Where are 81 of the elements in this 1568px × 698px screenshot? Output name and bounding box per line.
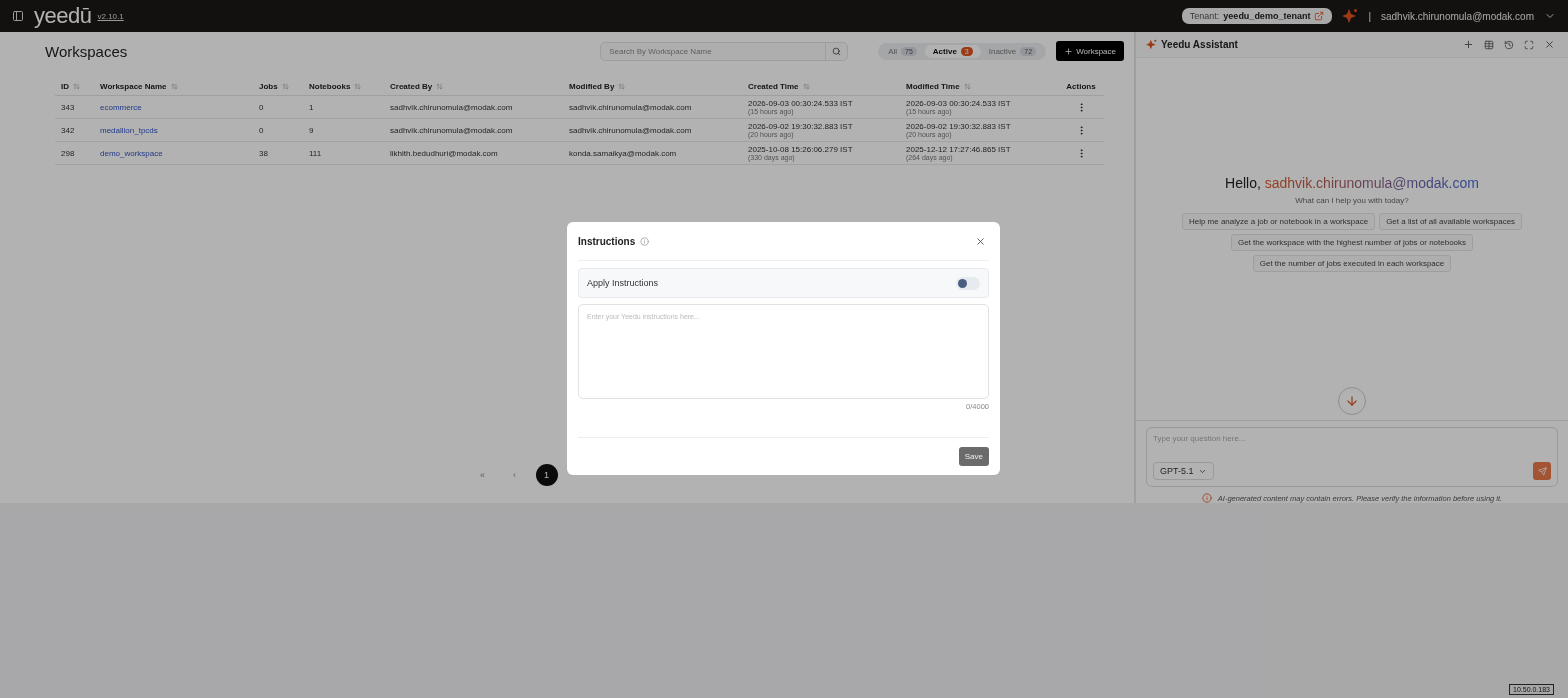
page-title: Workspaces: [45, 42, 129, 60]
user-email[interactable]: sadhvik.chirunomula@modak.com: [1381, 10, 1534, 22]
sidebar-toggle-icon[interactable]: [12, 10, 24, 22]
apply-instructions-toggle[interactable]: [956, 276, 980, 290]
plus-icon: [1463, 39, 1474, 50]
suggestion-chip[interactable]: Get the number of jobs executed in each workspace: [1252, 255, 1452, 272]
apply-instructions-label: Apply Instructions: [587, 278, 660, 288]
column-header: Notebooks: [309, 82, 351, 91]
add-workspace-button[interactable]: Workspace: [1056, 41, 1124, 61]
history-icon: [1504, 39, 1514, 50]
workspace-link[interactable]: medallion_tpcds: [100, 125, 259, 135]
dialog-title: Instructions: [578, 235, 636, 247]
send-icon: [1537, 466, 1547, 476]
sort-icon[interactable]: [281, 83, 289, 90]
arrow-down-icon: [1345, 394, 1359, 408]
table-cell-text: 298: [61, 148, 76, 158]
page-button[interactable]: 1: [535, 464, 558, 486]
workspace-link[interactable]: ecommerce: [100, 102, 259, 112]
table-cell-text: sadhvik.chirunomula@modak.com: [390, 125, 514, 135]
table-cell-text: 1: [309, 102, 315, 112]
table-cell-text: 38: [259, 148, 269, 158]
sort-icon[interactable]: [802, 83, 810, 90]
suggestion-chip[interactable]: Help me analyze a job or notebook in a workspace: [1181, 213, 1376, 230]
column-header: ID: [61, 82, 69, 91]
table-cell-text: 9: [309, 125, 315, 135]
tenant-pill[interactable]: Tenant: yeedu_demo_tenant: [1181, 8, 1333, 24]
table-cell-text: 0: [259, 102, 265, 112]
table-cell-text: sadhvik.chirunomula@modak.com: [390, 102, 514, 112]
table-cell-text: 343: [61, 102, 76, 112]
save-button[interactable]: Save: [958, 447, 989, 466]
table-cell-text: 2026-09-02 19:30:32.883 IST: [906, 122, 1012, 131]
sparkle-icon: [1146, 39, 1157, 50]
sort-icon[interactable]: [618, 83, 626, 90]
info-icon: [1201, 493, 1212, 503]
column-header: Created Time: [748, 82, 799, 91]
sort-icon[interactable]: [170, 83, 178, 90]
assistant-title: Yeedu Assistant: [1161, 39, 1239, 50]
table-cell-text: konda.samaikya@modak.com: [569, 148, 678, 158]
table-cell-text: 0: [259, 125, 265, 135]
sort-icon[interactable]: [73, 83, 80, 90]
table-cell-text: likhith.bedudhuri@modak.com: [390, 148, 499, 158]
table-cell-text: sadhvik.chirunomula@modak.com: [569, 102, 693, 112]
sort-icon[interactable]: [436, 83, 444, 90]
table-cell-text: 342: [61, 125, 76, 135]
column-header: Workspace Name: [100, 82, 167, 91]
table-cell-text: 2026-09-03 00:30:24.533 IST: [906, 99, 1012, 108]
sparkle-icon[interactable]: [1342, 8, 1359, 24]
table-cell-text: 2025-10-08 15:26:06.279 IST: [748, 145, 854, 154]
close-icon: [975, 235, 986, 247]
send-button[interactable]: [1533, 462, 1551, 480]
column-header: Modified Time: [906, 82, 960, 91]
previous-page-button[interactable]: ‹: [503, 464, 526, 486]
sort-icon[interactable]: [354, 83, 362, 90]
logo: yeedū: [34, 3, 92, 29]
workspace-link[interactable]: demo_workspace: [100, 148, 259, 158]
column-header: Actions: [1066, 82, 1096, 91]
info-icon: [640, 236, 650, 246]
table-cell-text: 111: [309, 148, 323, 158]
assistant-subtitle: What can I help you with today?: [1295, 196, 1409, 205]
close-icon: [1544, 39, 1555, 50]
suggestion-chip[interactable]: Get a list of all available workspaces: [1379, 213, 1523, 230]
plus-icon: [1064, 46, 1074, 56]
external-link-icon: [1314, 11, 1325, 21]
table-cell-text: 2026-09-02 19:30:32.883 IST: [748, 122, 854, 131]
table-cell-text: 2025-12-12 17:27:46.865 IST: [906, 145, 1012, 154]
first-page-button[interactable]: «: [471, 464, 494, 486]
header-divider: |: [1368, 10, 1371, 22]
table-icon: [1484, 39, 1494, 50]
sort-icon[interactable]: [963, 83, 971, 90]
column-header: Modified By: [569, 82, 615, 91]
search-icon: [832, 46, 842, 56]
table-cell-text: sadhvik.chirunomula@modak.com: [569, 125, 693, 135]
column-header: Created By: [390, 82, 433, 91]
scroll-down-button[interactable]: [1338, 387, 1366, 415]
suggestion-chip[interactable]: Get the workspace with the highest number of jobs or notebooks: [1230, 234, 1474, 251]
column-header: Jobs: [259, 82, 278, 91]
version-link[interactable]: v2.10.1: [97, 11, 124, 21]
table-cell-text: 2026-09-03 00:30:24.533 IST: [748, 99, 854, 108]
model-select[interactable]: GPT-5.1: [1153, 462, 1214, 480]
expand-icon: [1524, 39, 1534, 50]
greeting-heading: Hello, sadhvik.chirunomula@modak.com: [1225, 175, 1479, 191]
